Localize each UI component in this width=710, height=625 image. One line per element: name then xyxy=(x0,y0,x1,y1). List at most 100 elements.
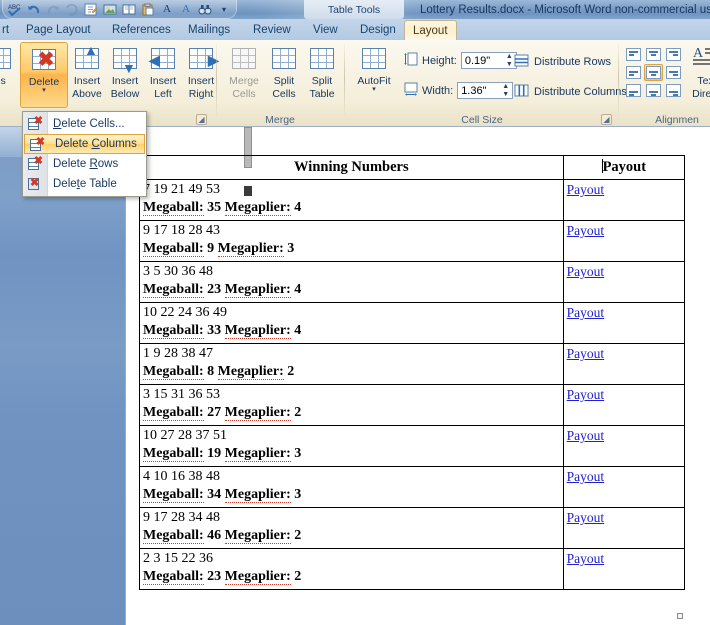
autofit-button[interactable]: AutoFit ▾ xyxy=(350,42,398,108)
cell-size-dialog-launcher[interactable]: ◢ xyxy=(601,114,612,125)
customize-quick-access-toolbar-icon[interactable]: ▾ xyxy=(215,1,233,18)
delete-caret-icon[interactable]: ▾ xyxy=(42,87,46,94)
table-row[interactable]: 10 22 24 36 49 Megaball: 33 Megaplier: 4 P… xyxy=(139,302,686,344)
payout-link[interactable]: Payout xyxy=(567,264,605,279)
row-height-control[interactable]: Height: 0.19" ▲ ▼ xyxy=(404,52,517,69)
cell-payout[interactable]: Payout xyxy=(562,220,686,262)
menu-item-delete-columns[interactable]: ✖ Delete Columns xyxy=(24,134,145,154)
table-row[interactable]: 7 19 21 49 53 Megaball: 35 Megaplier: 4 Pa… xyxy=(139,179,686,221)
cell-winning-numbers[interactable]: 9 17 18 28 43 Megaball: 9 Megaplier: 3 xyxy=(139,220,564,262)
cell-payout[interactable]: Payout xyxy=(562,425,686,467)
megaplier-label: Megaplier: xyxy=(224,528,291,544)
tab-view[interactable]: View xyxy=(305,20,346,40)
cell-winning-numbers[interactable]: 9 17 28 34 48 Megaball: 46 Megaplier: 2 xyxy=(139,507,564,549)
redo-icon[interactable] xyxy=(44,1,62,18)
table-row[interactable]: 3 5 30 36 48 Megaball: 23 Megaplier: 4 Pay… xyxy=(139,261,686,303)
align-center-button[interactable] xyxy=(644,64,663,81)
cell-winning-numbers[interactable]: 3 5 30 36 48 Megaball: 23 Megaplier: 4 xyxy=(139,261,564,303)
cell-winning-numbers[interactable]: 2 3 15 22 36 Megaball: 23 Megaplier: 2 xyxy=(139,548,564,590)
table-row[interactable]: 4 10 16 38 48 Megaball: 34 Megaplier: 3 Pa… xyxy=(139,466,686,508)
row-height-stepper[interactable]: ▲ ▼ xyxy=(505,53,514,68)
table-resize-handle[interactable] xyxy=(677,613,683,619)
book-icon[interactable] xyxy=(120,1,138,18)
payout-link[interactable]: Payout xyxy=(567,346,605,361)
align-bottom-left-button[interactable] xyxy=(624,82,643,99)
quick-access-toolbar[interactable]: ABC A A ▾ xyxy=(2,0,237,19)
cell-winning-numbers[interactable]: 4 10 16 38 48 Megaball: 34 Megaplier: 3 xyxy=(139,466,564,508)
paste-icon[interactable] xyxy=(139,1,157,18)
repeat-icon[interactable] xyxy=(63,1,81,18)
align-top-center-button[interactable] xyxy=(644,46,663,63)
find-binoculars-icon[interactable] xyxy=(196,1,214,18)
payout-link[interactable]: Payout xyxy=(567,469,605,484)
align-bottom-right-button[interactable] xyxy=(664,82,683,99)
edit-note-icon[interactable] xyxy=(82,1,100,18)
column-width-input[interactable]: 1.36" ▲ ▼ xyxy=(457,82,514,99)
table-row[interactable]: 10 27 28 37 51 Megaball: 19 Megaplier: 3 P… xyxy=(139,425,686,467)
align-bottom-center-button[interactable] xyxy=(644,82,663,99)
cell-payout[interactable]: Payout xyxy=(562,302,686,344)
font-letter-icon[interactable]: A xyxy=(158,1,176,18)
distribute-rows-button[interactable]: Distribute Rows xyxy=(514,53,611,71)
cell-winning-numbers[interactable]: 3 15 31 36 53 Megaball: 27 Megaplier: 2 xyxy=(139,384,564,426)
picture-icon[interactable] xyxy=(101,1,119,18)
lottery-results-table[interactable]: Winning Numbers Payout 7 19 21 49 53 Mega… xyxy=(139,155,686,590)
menu-item-delete-table[interactable]: ✖ Delete Table xyxy=(23,174,146,194)
cell-payout[interactable]: Payout xyxy=(562,343,686,385)
split-table-button[interactable]: Split Table xyxy=(298,42,346,108)
align-top-left-button[interactable] xyxy=(624,46,643,63)
payout-link[interactable]: Payout xyxy=(567,428,605,443)
align-top-right-button[interactable] xyxy=(664,46,683,63)
payout-link[interactable]: Payout xyxy=(567,182,605,197)
align-center-right-button[interactable] xyxy=(664,64,683,81)
spelling-grammar-icon[interactable]: ABC xyxy=(6,1,24,18)
cell-winning-numbers[interactable]: 1 9 28 38 47 Megaball: 8 Megaplier: 2 xyxy=(139,343,564,385)
tab-references[interactable]: References xyxy=(104,20,179,40)
cell-payout[interactable]: Payout xyxy=(562,548,686,590)
megaball-megaplier-line: Megaball: 33 Megaplier: 4 xyxy=(143,322,560,340)
document-canvas[interactable]: Winning Numbers Payout 7 19 21 49 53 Mega… xyxy=(0,127,710,625)
tab-mailings[interactable]: Mailings xyxy=(180,20,238,40)
align-center-left-button[interactable] xyxy=(624,64,643,81)
payout-link[interactable]: Payout xyxy=(567,387,605,402)
rows-columns-dialog-launcher[interactable]: ◢ xyxy=(196,114,207,125)
insert-right-button[interactable]: ▶ Insert Right xyxy=(177,42,225,108)
table-row[interactable]: 9 17 18 28 43 Megaball: 9 Megaplier: 3 Pay… xyxy=(139,220,686,262)
tab-page-layout[interactable]: Page Layout xyxy=(18,20,99,40)
table-row[interactable]: 1 9 28 38 47 Megaball: 8 Megaplier: 2 Payo… xyxy=(139,343,686,385)
tab-review[interactable]: Review xyxy=(245,20,299,40)
cell-payout[interactable]: Payout xyxy=(562,384,686,426)
tab-layout[interactable]: Layout xyxy=(404,20,457,40)
menu-item-delete-cells[interactable]: ✖ Delete Cells... xyxy=(23,114,146,134)
cell-payout[interactable]: Payout xyxy=(562,466,686,508)
undo-icon[interactable] xyxy=(25,1,43,18)
cell-payout[interactable]: Payout xyxy=(562,507,686,549)
delete-dropdown-menu[interactable]: ✖ Delete Cells... ✖ Delete Columns ✖ Del… xyxy=(22,111,147,197)
autofit-caret-icon[interactable]: ▾ xyxy=(372,86,376,93)
cell-payout[interactable]: Payout xyxy=(562,261,686,303)
text-direction-button[interactable]: A Text Directi xyxy=(684,42,710,108)
document-page[interactable]: Winning Numbers Payout 7 19 21 49 53 Mega… xyxy=(125,127,710,625)
table-row[interactable]: 9 17 28 34 48 Megaball: 46 Megaplier: 2 Pa… xyxy=(139,507,686,549)
menu-item-delete-rows[interactable]: ✖ Delete Rows xyxy=(23,154,146,174)
cell-payout[interactable]: Payout xyxy=(562,179,686,221)
table-row[interactable]: 2 3 15 22 36 Megaball: 23 Megaplier: 2 Pay… xyxy=(139,548,686,590)
row-height-label: Height: xyxy=(422,54,457,67)
cell-winning-numbers[interactable]: 10 22 24 36 49 Megaball: 33 Megaplier: 4 xyxy=(139,302,564,344)
payout-link[interactable]: Payout xyxy=(567,510,605,525)
column-width-control[interactable]: Width: 1.36" ▲ ▼ xyxy=(404,82,514,99)
cell-winning-numbers[interactable]: 7 19 21 49 53 Megaball: 35 Megaplier: 4 xyxy=(139,179,564,221)
column-width-stepper[interactable]: ▲ ▼ xyxy=(501,83,510,98)
cell-winning-numbers[interactable]: 10 27 28 37 51 Megaball: 19 Megaplier: 3 xyxy=(139,425,564,467)
text-highlight-color-icon[interactable]: A xyxy=(177,1,195,18)
table-row[interactable]: 3 15 31 36 53 Megaball: 27 Megaplier: 2 Pa… xyxy=(139,384,686,426)
ribbon-tab-strip[interactable]: rt Page Layout References Mailings Revie… xyxy=(0,19,710,40)
payout-link[interactable]: Payout xyxy=(567,223,605,238)
distribute-columns-button[interactable]: Distribute Columns xyxy=(514,83,627,101)
tab-design[interactable]: Design xyxy=(352,20,404,40)
row-height-input[interactable]: 0.19" ▲ ▼ xyxy=(460,52,517,69)
tab-insert[interactable]: rt xyxy=(0,20,17,40)
payout-link[interactable]: Payout xyxy=(567,551,605,566)
payout-link[interactable]: Payout xyxy=(567,305,605,320)
delete-button[interactable]: ✖ Delete ▾ xyxy=(20,42,68,108)
